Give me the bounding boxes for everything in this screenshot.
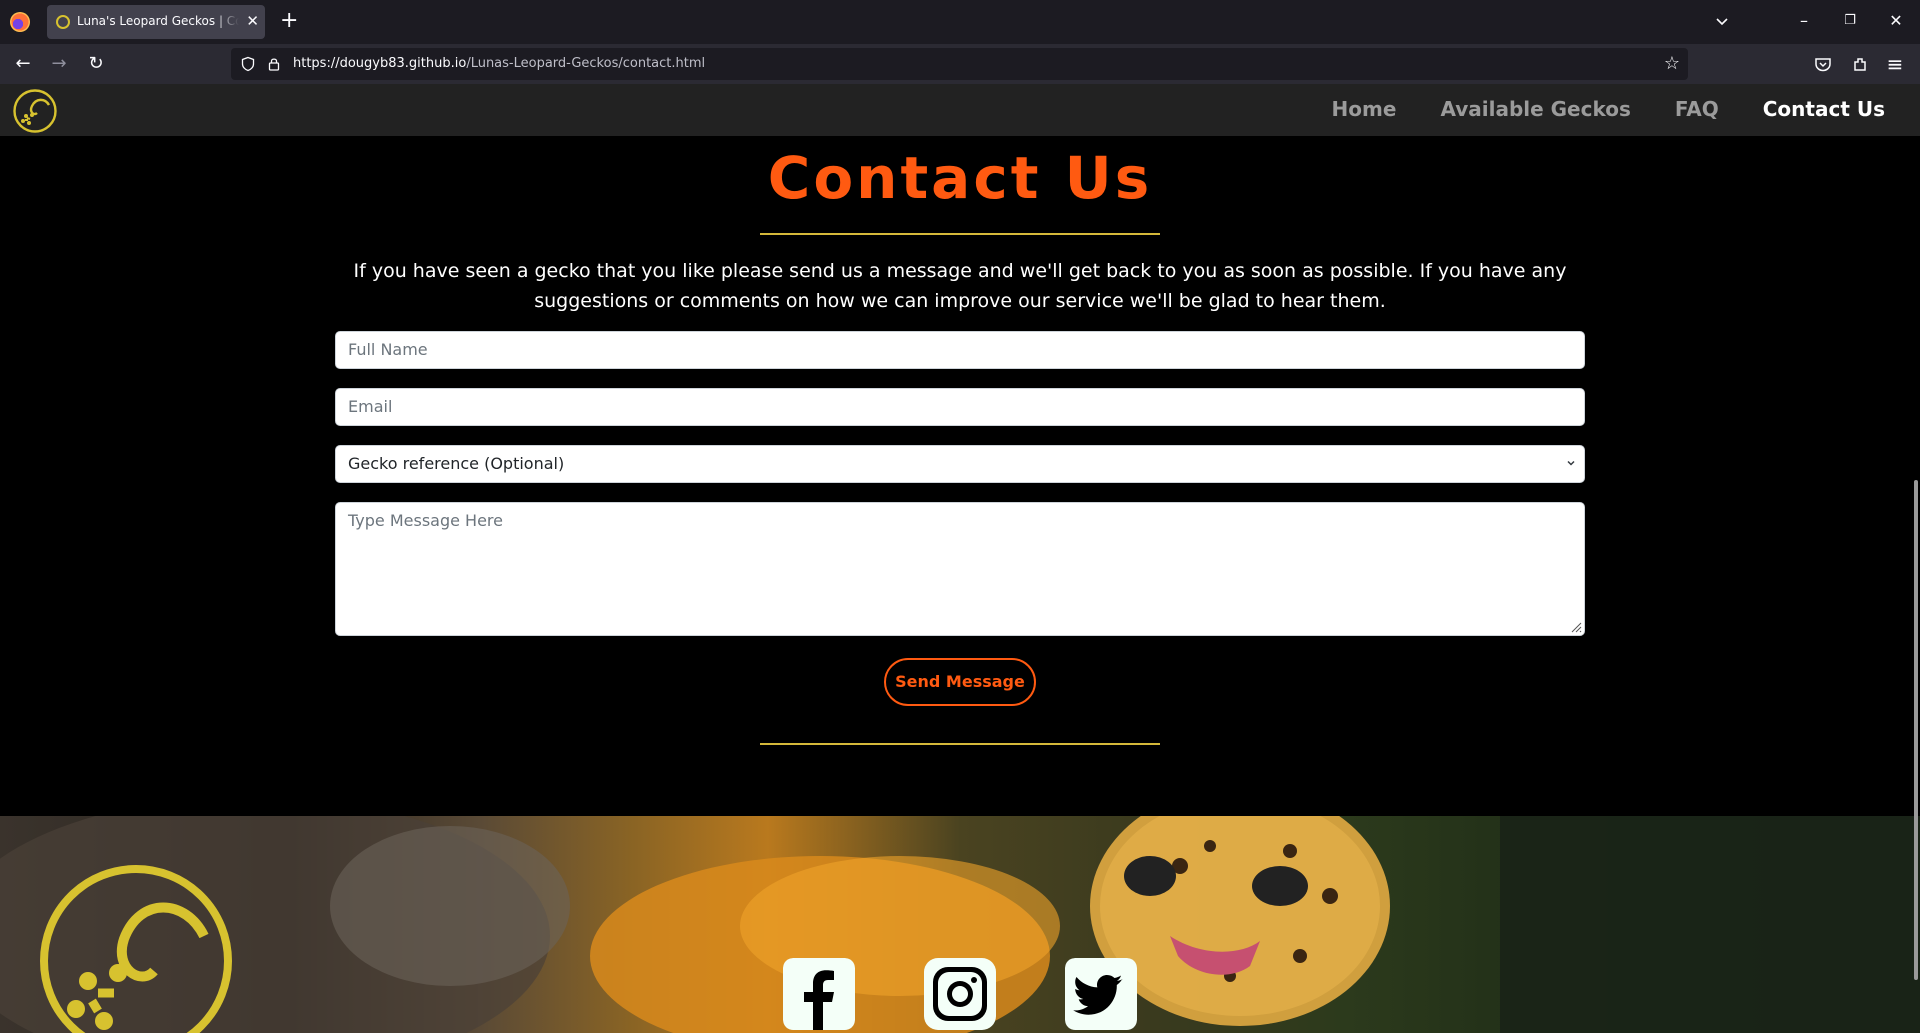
- menu-icon[interactable]: ≡: [1885, 54, 1905, 74]
- nav-home[interactable]: Home: [1332, 97, 1397, 121]
- intro-text: If you have seen a gecko that you like p…: [353, 260, 1567, 312]
- page-title: Contact Us: [767, 144, 1153, 212]
- lock-icon[interactable]: [266, 56, 282, 72]
- facebook-icon[interactable]: [783, 958, 855, 1030]
- url-bar[interactable]: https://dougyb83.github.io/Lunas-Leopard…: [231, 48, 1688, 80]
- reload-button[interactable]: ↻: [84, 53, 108, 75]
- nav-faq[interactable]: FAQ: [1675, 97, 1719, 121]
- firefox-icon: [10, 12, 30, 32]
- tab-close-icon[interactable]: ✕: [246, 12, 259, 30]
- browser-nav-bar: ← → ↻ https://dougyb83.github.io/Lunas-L…: [0, 44, 1920, 84]
- full-name-input[interactable]: Full Name: [335, 331, 1585, 369]
- nav-available-geckos[interactable]: Available Geckos: [1440, 97, 1630, 121]
- title-divider: [760, 233, 1160, 235]
- gecko-logo-icon[interactable]: [36, 861, 236, 1033]
- form-divider: [760, 743, 1160, 745]
- pocket-icon[interactable]: [1813, 54, 1833, 74]
- instagram-icon[interactable]: [924, 958, 996, 1030]
- page-scrollbar[interactable]: [1914, 480, 1918, 980]
- page-viewport: Home Available Geckos FAQ Contact Us Con…: [0, 84, 1920, 1033]
- browser-tab-bar: Luna's Leopard Geckos | Contact Us ✕ + –…: [0, 0, 1920, 44]
- back-button[interactable]: ←: [11, 53, 35, 75]
- chevron-down-icon: [1567, 460, 1575, 466]
- url-text: https://dougyb83.github.io/Lunas-Leopard…: [293, 56, 706, 71]
- message-textarea[interactable]: Type Message Here: [335, 502, 1585, 636]
- gecko-reference-select[interactable]: Gecko reference (Optional): [335, 445, 1585, 483]
- shield-icon[interactable]: [240, 56, 256, 72]
- send-message-button[interactable]: Send Message: [884, 658, 1036, 706]
- new-tab-button[interactable]: +: [280, 10, 298, 32]
- tab-title: Luna's Leopard Geckos | Contact Us: [77, 14, 239, 28]
- twitter-icon[interactable]: [1065, 958, 1137, 1030]
- site-header: Home Available Geckos FAQ Contact Us: [0, 84, 1920, 136]
- site-nav: Home Available Geckos FAQ Contact Us: [1332, 97, 1885, 121]
- browser-tab[interactable]: Luna's Leopard Geckos | Contact Us ✕: [47, 5, 265, 39]
- chevron-down-icon[interactable]: [1712, 12, 1732, 32]
- restore-button[interactable]: ❐: [1838, 10, 1862, 32]
- message-placeholder: Type Message Here: [348, 511, 503, 530]
- gecko-logo-icon[interactable]: [12, 88, 58, 134]
- minimize-button[interactable]: –: [1792, 10, 1816, 32]
- extensions-icon[interactable]: [1851, 54, 1871, 74]
- forward-button[interactable]: →: [47, 53, 71, 75]
- bookmark-star-icon[interactable]: ☆: [1664, 53, 1680, 74]
- close-window-button[interactable]: ✕: [1884, 10, 1908, 32]
- gecko-reference-value: Gecko reference (Optional): [348, 454, 565, 473]
- nav-contact-us[interactable]: Contact Us: [1763, 97, 1885, 121]
- email-input[interactable]: Email: [335, 388, 1585, 426]
- resize-handle-icon[interactable]: [1570, 621, 1582, 633]
- gecko-favicon-icon: [56, 15, 70, 29]
